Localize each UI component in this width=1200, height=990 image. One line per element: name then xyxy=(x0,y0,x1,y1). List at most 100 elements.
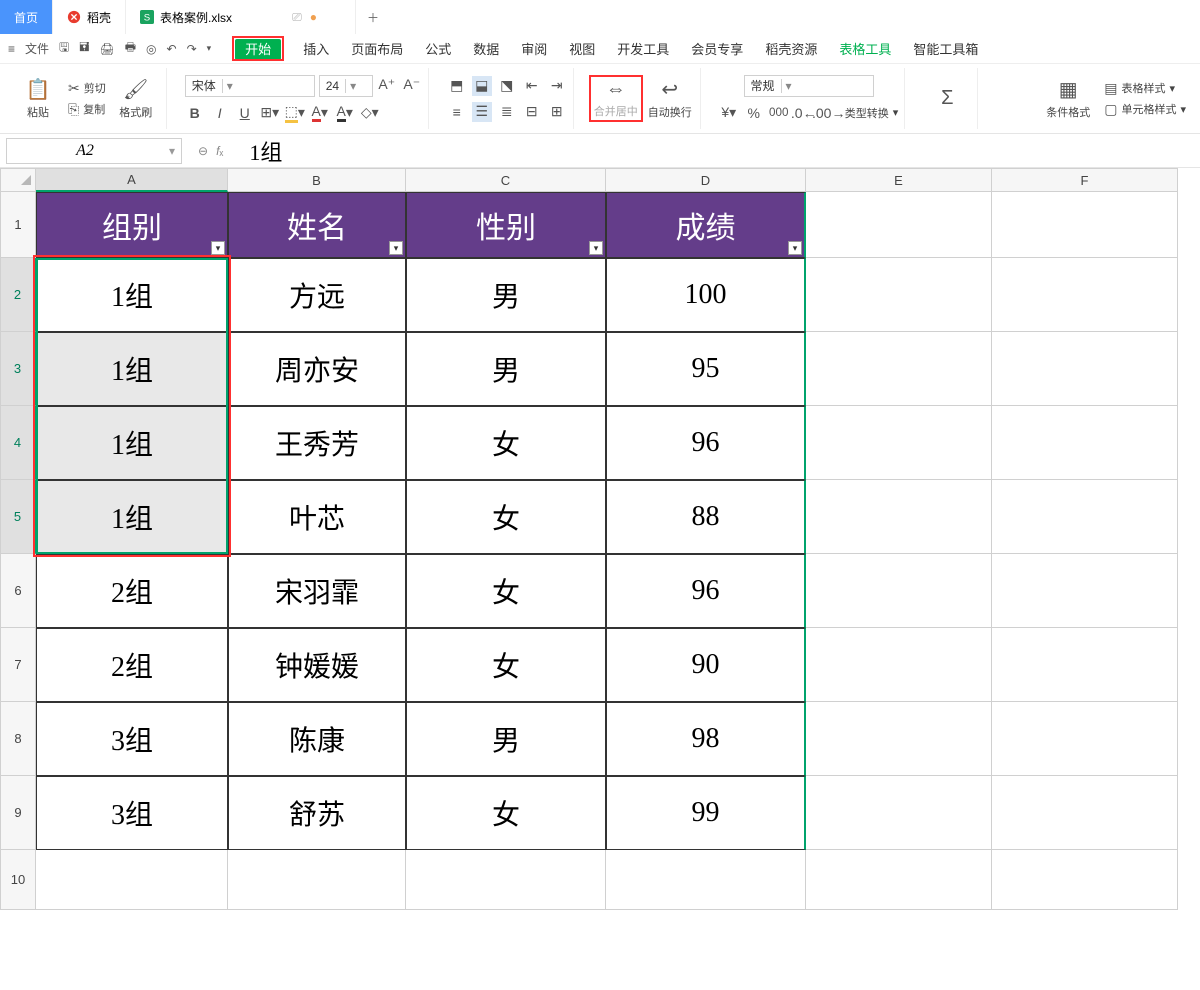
cell[interactable] xyxy=(406,850,606,910)
table-header-score[interactable]: 成绩 xyxy=(606,192,806,258)
fx-icon[interactable]: fₓ xyxy=(216,144,223,158)
col-header-E[interactable]: E xyxy=(806,168,992,192)
cell-group[interactable]: 1组 xyxy=(36,480,228,554)
table-header-name[interactable]: 姓名 xyxy=(228,192,406,258)
cell-score[interactable]: 100 xyxy=(606,258,806,332)
cell[interactable] xyxy=(806,702,992,776)
row-header-4[interactable]: 4 xyxy=(0,406,36,480)
cell[interactable] xyxy=(806,628,992,702)
col-header-A[interactable]: A xyxy=(36,168,228,192)
cell-name[interactable]: 周亦安 xyxy=(228,332,406,406)
cell-group[interactable]: 2组 xyxy=(36,554,228,628)
menu-smart-toolbox[interactable]: 智能工具箱 xyxy=(913,39,978,58)
cell-gender[interactable]: 男 xyxy=(406,258,606,332)
cell-group[interactable]: 3组 xyxy=(36,702,228,776)
cell[interactable] xyxy=(992,850,1178,910)
tab-home[interactable]: 首页 xyxy=(0,0,53,34)
row-header-7[interactable]: 7 xyxy=(0,628,36,702)
cell[interactable] xyxy=(992,192,1178,258)
cell-gender[interactable]: 女 xyxy=(406,554,606,628)
save-icon[interactable]: 🖫 xyxy=(59,38,69,59)
cell-style-button[interactable]: ▢单元格样式▾ xyxy=(1104,101,1186,118)
cell-group[interactable]: 1组 xyxy=(36,406,228,480)
copy-button[interactable]: ⎘复制 xyxy=(68,101,106,118)
align-bottom-icon[interactable]: ⬔ xyxy=(497,76,517,96)
cell-group[interactable]: 2组 xyxy=(36,628,228,702)
text-color2-button[interactable]: A▾ xyxy=(335,103,355,123)
cell-name[interactable]: 王秀芳 xyxy=(228,406,406,480)
increase-font-icon[interactable]: A⁺ xyxy=(377,75,397,95)
file-menu[interactable]: 文件 xyxy=(25,40,49,57)
cell-name[interactable]: 陈康 xyxy=(228,702,406,776)
row-header-10[interactable]: 10 xyxy=(0,850,36,910)
justify-icon[interactable]: ⊟ xyxy=(522,102,542,122)
menu-insert[interactable]: 插入 xyxy=(303,39,329,58)
name-box[interactable]: A2 ▾ xyxy=(6,138,182,164)
save-as-icon[interactable]: 🖬 xyxy=(79,38,89,59)
indent-increase-icon[interactable]: ⇥ xyxy=(547,76,567,96)
comma-icon[interactable]: 000 xyxy=(769,103,789,123)
app-menu-icon[interactable]: ≡ xyxy=(8,42,15,56)
cell-score[interactable]: 96 xyxy=(606,406,806,480)
export-icon[interactable]: 🖨 xyxy=(99,42,114,56)
cell[interactable] xyxy=(36,850,228,910)
menu-data[interactable]: 数据 xyxy=(473,39,499,58)
cell-score[interactable]: 90 xyxy=(606,628,806,702)
cut-button[interactable]: ✂剪切 xyxy=(68,80,106,97)
font-color-button[interactable]: A▾ xyxy=(310,103,330,123)
cell-group[interactable]: 1组 xyxy=(36,332,228,406)
align-left-icon[interactable]: ≡ xyxy=(447,102,467,122)
row-header-3[interactable]: 3 xyxy=(0,332,36,406)
filter-icon[interactable] xyxy=(589,241,603,255)
cell-gender[interactable]: 女 xyxy=(406,776,606,850)
cell[interactable] xyxy=(806,480,992,554)
redo-icon[interactable]: ↷ xyxy=(187,42,197,56)
bold-button[interactable]: B xyxy=(185,103,205,123)
underline-button[interactable]: U xyxy=(235,103,255,123)
type-convert-button[interactable]: 类型转换▾ xyxy=(845,105,899,121)
cell-score[interactable]: 95 xyxy=(606,332,806,406)
autosum-button[interactable]: Σ xyxy=(923,87,971,110)
formula-value[interactable]: 1组 xyxy=(233,135,282,167)
menu-view[interactable]: 视图 xyxy=(569,39,595,58)
cell-score[interactable]: 88 xyxy=(606,480,806,554)
format-painter-button[interactable]: 🖌 格式刷 xyxy=(112,77,160,120)
increase-decimal-icon[interactable]: .00→ xyxy=(819,103,839,123)
indent-decrease-icon[interactable]: ⇤ xyxy=(522,76,542,96)
table-style-button[interactable]: ▤表格样式▾ xyxy=(1104,80,1186,97)
col-header-C[interactable]: C xyxy=(406,168,606,192)
font-size-select[interactable]: 24▾ xyxy=(319,75,373,97)
number-format-select[interactable]: 常规▾ xyxy=(744,75,874,97)
row-header-8[interactable]: 8 xyxy=(0,702,36,776)
menu-dev-tools[interactable]: 开发工具 xyxy=(617,39,669,58)
paste-button[interactable]: 📋 粘贴 xyxy=(14,77,62,120)
row-header-6[interactable]: 6 xyxy=(0,554,36,628)
cell[interactable] xyxy=(992,258,1178,332)
cell-gender[interactable]: 女 xyxy=(406,480,606,554)
cell-score[interactable]: 99 xyxy=(606,776,806,850)
cancel-formula-icon[interactable]: ⊖ xyxy=(198,144,208,158)
fill-color-button[interactable]: ⬚▾ xyxy=(285,103,305,123)
row-header-5[interactable]: 5 xyxy=(0,480,36,554)
cell-name[interactable]: 宋羽霏 xyxy=(228,554,406,628)
cell[interactable] xyxy=(806,258,992,332)
undo-icon[interactable]: ↶ xyxy=(167,42,177,56)
align-middle-icon[interactable]: ⬓ xyxy=(472,76,492,96)
col-header-D[interactable]: D xyxy=(606,168,806,192)
col-header-B[interactable]: B xyxy=(228,168,406,192)
align-top-icon[interactable]: ⬒ xyxy=(447,76,467,96)
distribute-icon[interactable]: ⊞ xyxy=(547,102,567,122)
col-header-F[interactable]: F xyxy=(992,168,1178,192)
new-tab-button[interactable]: ＋ xyxy=(356,9,390,26)
cell-group[interactable]: 3组 xyxy=(36,776,228,850)
merge-center-button[interactable]: ⇔ 合并居中 xyxy=(592,78,640,119)
cell[interactable] xyxy=(992,554,1178,628)
cell[interactable] xyxy=(992,480,1178,554)
menu-formula[interactable]: 公式 xyxy=(425,39,451,58)
menu-page-layout[interactable]: 页面布局 xyxy=(351,39,403,58)
cell[interactable] xyxy=(992,628,1178,702)
cell-score[interactable]: 98 xyxy=(606,702,806,776)
tab-file[interactable]: S 表格案例.xlsx ⎚ ● xyxy=(126,0,356,34)
cond-format-button[interactable]: ▦ 条件格式 xyxy=(1044,77,1092,120)
decrease-font-icon[interactable]: A⁻ xyxy=(402,75,422,95)
